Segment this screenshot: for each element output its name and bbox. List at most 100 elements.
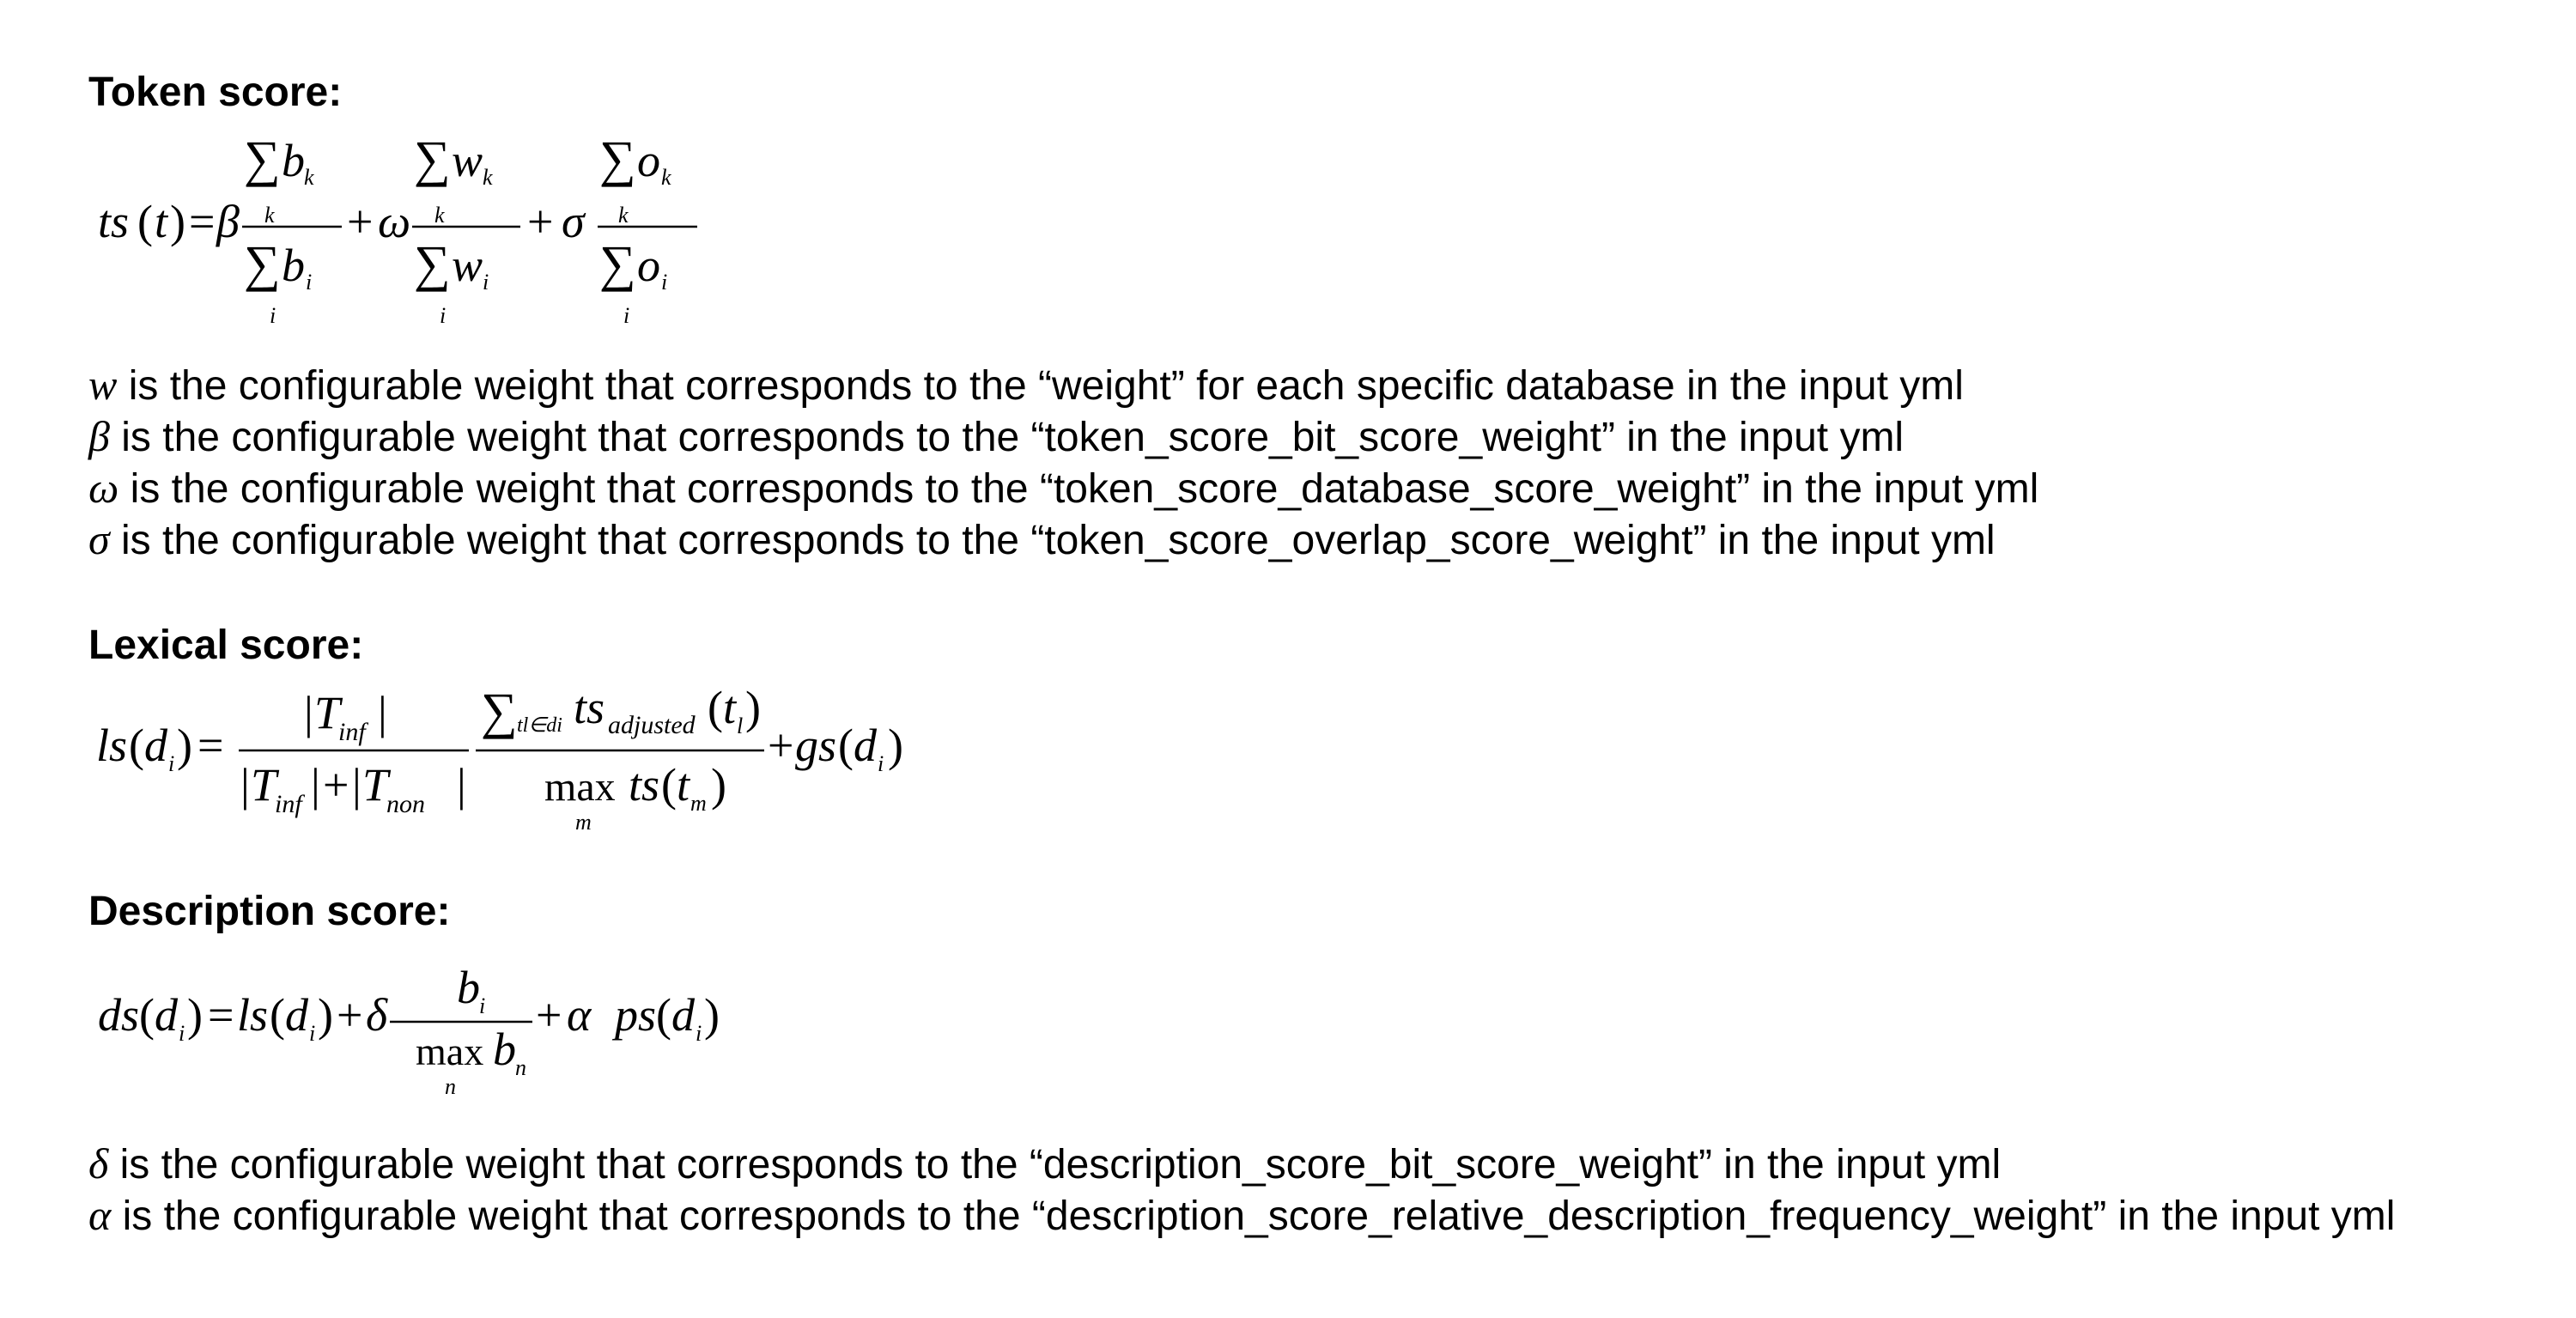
lexical-den-non: non [386, 790, 425, 818]
token-num1-var: b [282, 135, 305, 186]
lexical-gs-var: d [854, 720, 878, 771]
definition-text: is the configurable weight that correspo… [122, 1193, 2396, 1239]
desc-ps-sub: i [696, 1021, 702, 1046]
token-num3-sub: k [661, 165, 671, 190]
lexical-den-bar-4: | [457, 759, 466, 811]
token-num1-sum: ∑ [244, 131, 281, 187]
token-coef-omega: ω [378, 196, 410, 247]
token-den2-sub: i [483, 270, 489, 295]
desc-num-var: b [457, 962, 480, 1013]
token-num2-var: w [452, 135, 483, 186]
lexical-ts-var: t [723, 682, 738, 733]
lexical-equals: = [197, 720, 223, 771]
desc-delta: δ [366, 989, 388, 1041]
lexical-score-heading: Lexical score: [88, 623, 364, 668]
token-definition-beta: β is the configurable weight that corres… [88, 415, 1904, 459]
lexical-max-sub: m [575, 810, 592, 835]
token-den1-sub: i [306, 270, 312, 295]
lexical-gs-open: ( [838, 720, 854, 771]
lexical-lhs-open: ( [129, 720, 144, 771]
definition-text: is the configurable weight that correspo… [128, 363, 1964, 409]
token-den2-sum: ∑ [414, 235, 451, 292]
token-coef-beta: β [216, 196, 240, 247]
token-plus-1: + [347, 196, 373, 247]
token-den1-var: b [282, 240, 305, 291]
lexical-den-var: t [677, 759, 691, 811]
lexical-den-inf: inf [275, 790, 305, 818]
desc-lhs-sub: i [179, 1021, 185, 1046]
lexical-ts-sub: l [737, 714, 743, 738]
lexical-lhs-sub: i [168, 751, 174, 776]
desc-alpha: α [567, 989, 592, 1041]
token-num1-sub: k [304, 165, 314, 190]
lexical-den-sub: m [690, 791, 707, 816]
lexical-ts: ts [574, 682, 605, 733]
lexical-den-bar-3: | [352, 759, 361, 811]
symbol-w: w [88, 361, 118, 409]
token-num2-sub: k [483, 165, 493, 190]
token-lhs-var: t [155, 196, 169, 247]
description-score-formula: ds ( d i ) = ls ( d i ) + δ b i max n b … [98, 962, 720, 1099]
lexical-gs-close: ) [888, 720, 903, 771]
token-score-heading: Token score: [88, 70, 343, 115]
definition-text: is the configurable weight that correspo… [130, 466, 2039, 512]
desc-ps: ps [611, 989, 656, 1041]
token-num2-limit: k [434, 203, 445, 228]
desc-ps-var: d [671, 989, 696, 1041]
lexical-max: max [544, 764, 616, 810]
desc-lhs-close: ) [187, 989, 203, 1041]
token-num3-var: o [637, 135, 660, 186]
token-den3-var: o [637, 240, 660, 291]
lexical-lhs-close: ) [177, 720, 192, 771]
symbol-alpha: α [88, 1191, 112, 1239]
desc-lhs-fn: ds [98, 989, 139, 1041]
desc-ls-sub: i [309, 1021, 315, 1046]
lexical-num-bar-left: | [304, 687, 313, 738]
description-definition-delta: δ is the configurable weight that corres… [88, 1142, 2001, 1186]
desc-lhs-var: d [155, 989, 179, 1041]
lexical-lhs-fn: ls [96, 720, 127, 771]
token-definition-sigma: σ is the configurable weight that corres… [88, 518, 1996, 562]
lexical-den-plus: + [323, 759, 349, 811]
lexical-gs-sub: i [878, 751, 884, 776]
token-den3-limit: i [623, 303, 629, 328]
desc-ps-open: ( [656, 989, 671, 1041]
token-den3-sub: i [661, 270, 667, 295]
lexical-score-formula: ls ( d i ) = | T inf | | T inf | + | T n… [96, 682, 903, 835]
token-den3-sum: ∑ [599, 235, 636, 292]
definition-text: is the configurable weight that correspo… [119, 1142, 2002, 1187]
token-score-formula: ts ( t ) = β ∑ b k k ∑ b i i + ω ∑ w k k… [98, 131, 697, 328]
lexical-plus: + [768, 720, 793, 771]
desc-ls-var: d [285, 989, 309, 1041]
token-den2-limit: i [440, 303, 446, 328]
token-definition-w: w is the configurable weight that corres… [88, 363, 1964, 407]
lexical-den-close: ) [711, 759, 726, 811]
lexical-gs: gs [795, 720, 836, 771]
token-definition-omega: ω is the configurable weight that corres… [88, 466, 2038, 510]
lexical-ts-close: ) [745, 682, 761, 733]
symbol-beta: β [88, 412, 110, 460]
desc-ls-open: ( [270, 989, 285, 1041]
lexical-den-bar-1: | [240, 759, 250, 811]
lexical-sum: ∑ [481, 683, 518, 739]
lexical-num-bar-right: | [378, 687, 387, 738]
desc-equals: = [208, 989, 234, 1041]
description-definition-alpha: α is the configurable weight that corres… [88, 1193, 2395, 1237]
token-num2-sum: ∑ [414, 131, 451, 187]
token-num3-sum: ∑ [599, 131, 636, 187]
token-plus-2: + [527, 196, 553, 247]
desc-lhs-open: ( [139, 989, 155, 1041]
desc-ps-close: ) [704, 989, 720, 1041]
token-den1-limit: i [270, 303, 276, 328]
token-num1-limit: k [264, 203, 275, 228]
lexical-num-inf: inf [338, 718, 368, 746]
desc-plus-2: + [536, 989, 562, 1041]
token-equals: = [189, 196, 215, 247]
symbol-sigma: σ [88, 515, 110, 563]
token-lhs-fn: ts [98, 196, 129, 247]
desc-plus-1: + [337, 989, 362, 1041]
desc-num-sub: i [479, 993, 485, 1018]
token-lhs-close: ) [170, 196, 185, 247]
desc-max: max [416, 1029, 483, 1073]
symbol-omega: ω [88, 464, 119, 512]
